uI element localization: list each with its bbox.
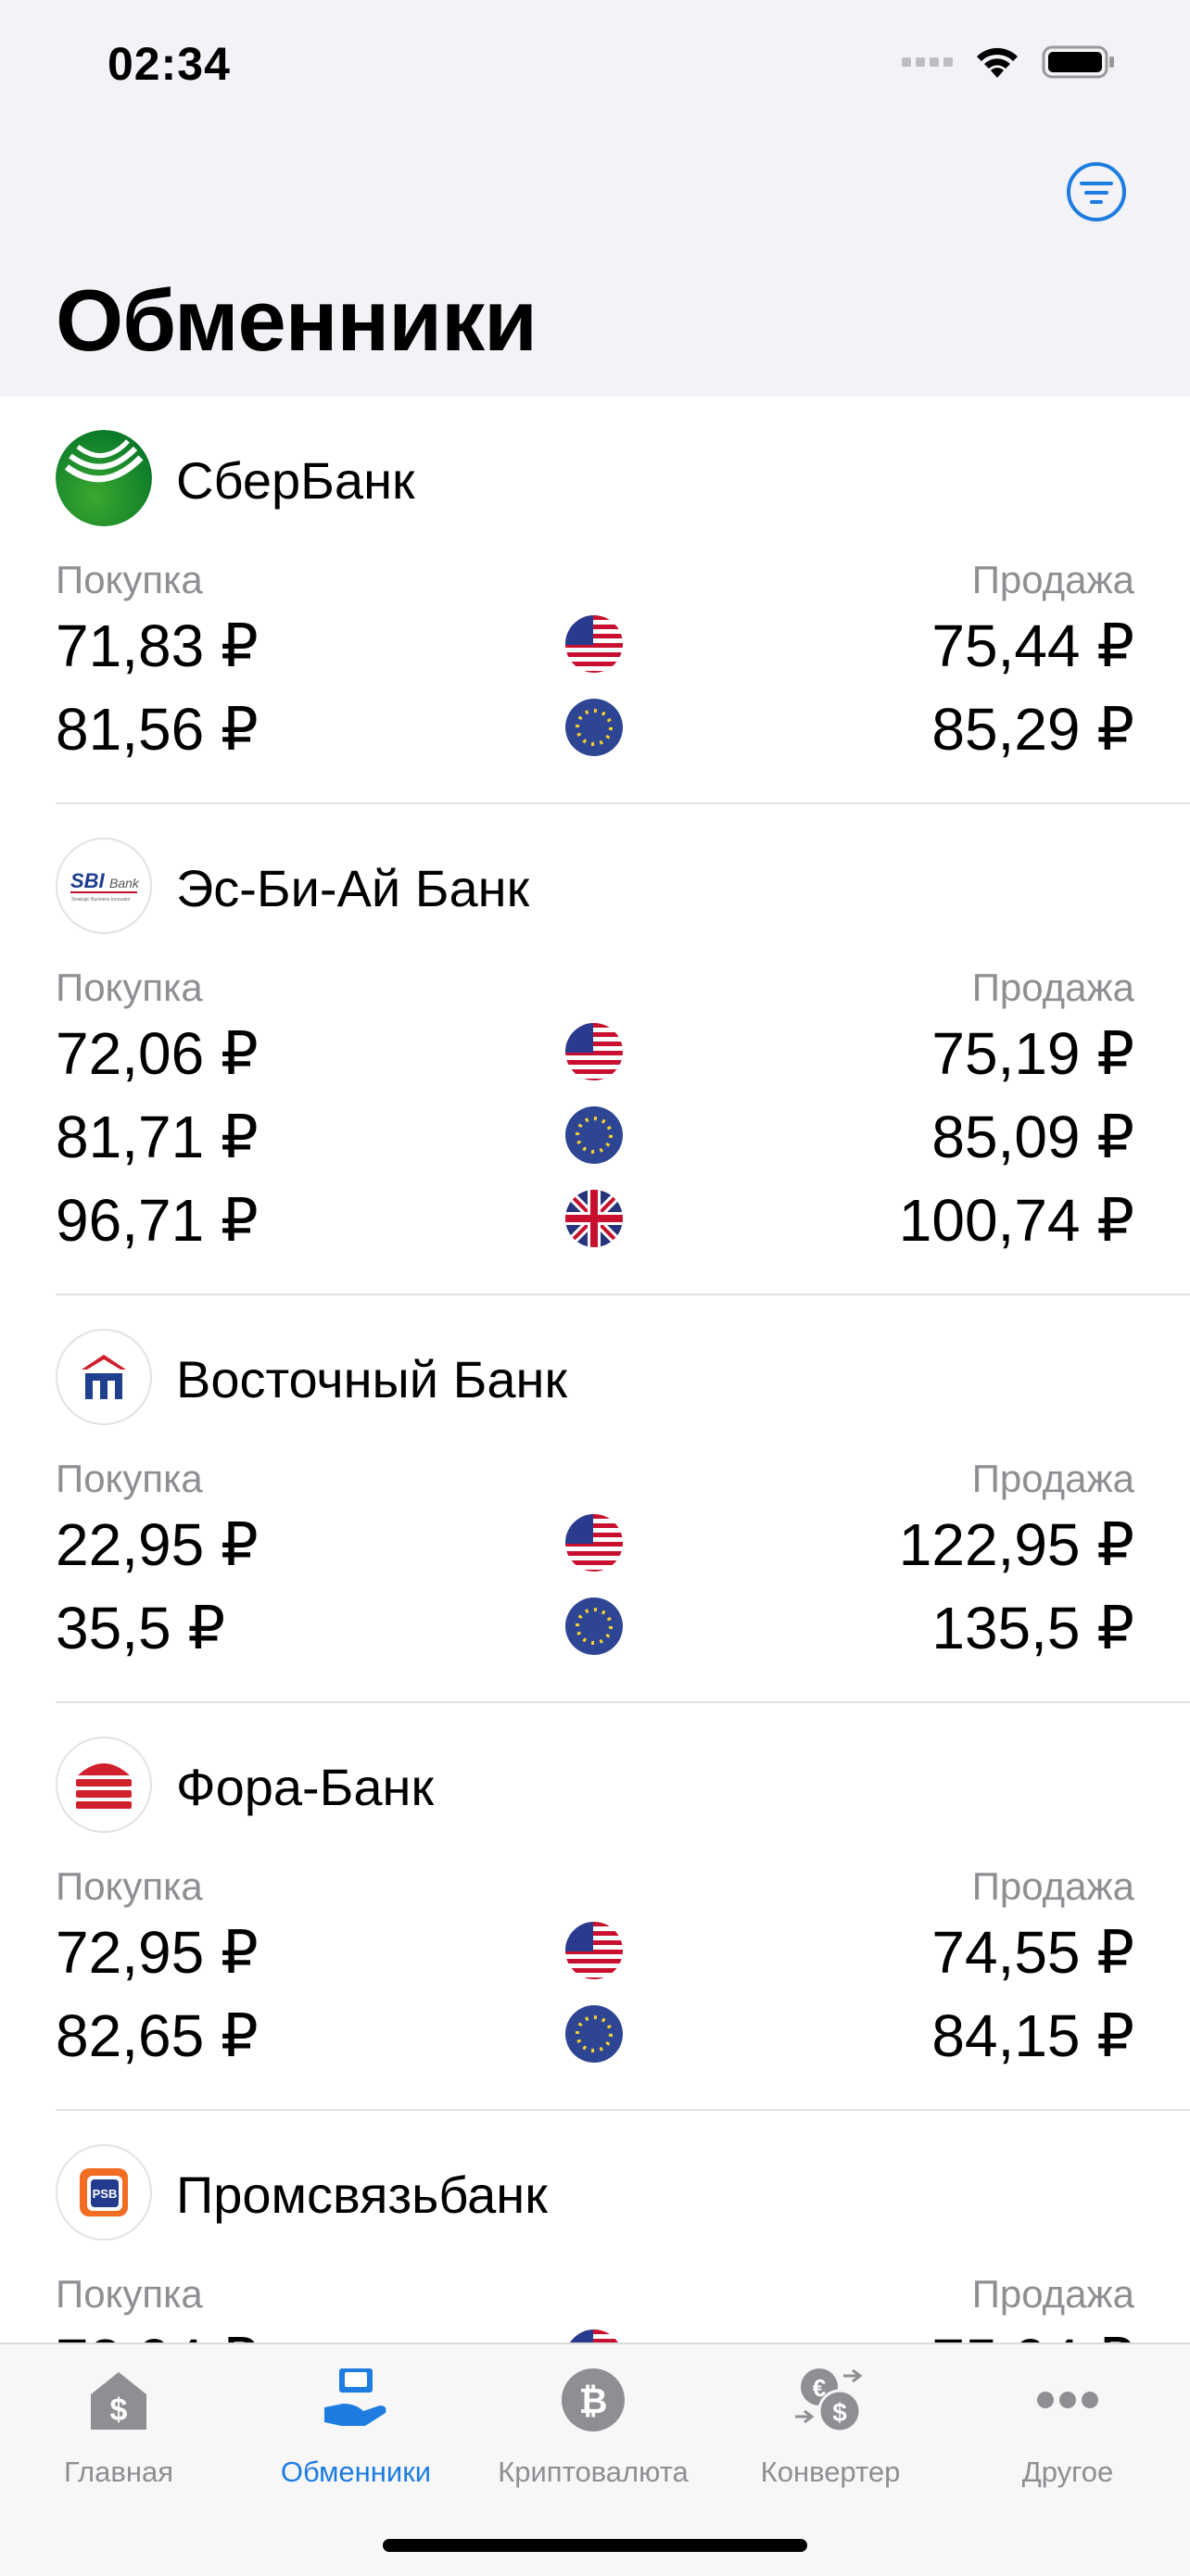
status-time: 02:34 <box>108 38 231 90</box>
rate-row-usd: 72,95 ₽ 74,55 ₽ <box>56 1918 1134 2001</box>
tab-label: Другое <box>1021 2456 1114 2488</box>
bank-name: Фора-Банк <box>176 1758 434 1816</box>
eu-flag-icon <box>565 2005 623 2063</box>
svg-text:$: $ <box>110 2393 128 2428</box>
bank-name: Эс-Би-Ай Банк <box>176 859 530 917</box>
bank-name: Промсвязьбанк <box>176 2166 548 2224</box>
currency-exchange-icon: € $ <box>795 2368 863 2433</box>
bank-name: СберБанк <box>176 451 415 510</box>
usa-flag-icon <box>565 1514 623 1572</box>
sell-rate: 135,5 ₽ <box>931 1595 1134 1661</box>
sell-rate: 85,09 ₽ <box>931 1104 1134 1170</box>
bank-card-vostochny-bank[interactable]: Восточный Банк Покупка Продажа 22,95 ₽ 1… <box>56 1295 1190 1703</box>
sell-rate: 85,29 ₽ <box>931 696 1134 763</box>
tab-other[interactable]: Другое <box>949 2344 1186 2530</box>
tab-exchangers[interactable]: Обменники <box>237 2344 475 2530</box>
more-dots-icon <box>1037 2392 1098 2408</box>
sell-rate: 75,19 ₽ <box>931 1020 1134 1087</box>
sell-rate: 84,15 ₽ <box>931 2002 1134 2069</box>
buy-rate: 81,56 ₽ <box>56 696 259 763</box>
filter-icon <box>1067 162 1126 221</box>
home-indicator <box>383 2539 807 2552</box>
buy-rate: 72,06 ₽ <box>56 1020 259 1087</box>
sell-label: Продажа <box>971 1864 1134 1908</box>
vostochny-logo <box>56 1329 152 1425</box>
tab-home[interactable]: $ Главная <box>0 2344 237 2530</box>
hand-money-icon <box>324 2368 386 2426</box>
svg-text:PSB: PSB <box>93 2187 118 2201</box>
psb-logo: PSB <box>56 2144 152 2241</box>
tab-converter[interactable]: € $ Конвертер <box>712 2344 949 2530</box>
buy-rate: 82,65 ₽ <box>56 2002 259 2069</box>
svg-text:SBI: SBI <box>70 869 106 892</box>
filter-button[interactable] <box>1066 161 1127 222</box>
rate-row-gbp: 96,71 ₽ 100,74 ₽ <box>56 1186 1134 1269</box>
buy-label: Покупка <box>56 966 203 1009</box>
buy-rate: 35,5 ₽ <box>56 1595 226 1661</box>
buy-rate: 71,83 ₽ <box>56 612 259 679</box>
rate-row-usd: 22,95 ₽ 122,95 ₽ <box>56 1510 1134 1594</box>
eu-flag-icon <box>565 1106 623 1164</box>
bank-card-fora-bank[interactable]: Фора-Банк Покупка Продажа 72,95 ₽ 74,55 … <box>56 1703 1190 2111</box>
buy-rate: 22,95 ₽ <box>56 1511 259 1578</box>
sell-rate: 122,95 ₽ <box>898 1511 1134 1578</box>
exchanger-list: СберБанк Покупка Продажа 71,83 ₽ 75,44 ₽… <box>0 397 1190 2517</box>
sell-rate: 100,74 ₽ <box>898 1187 1134 1254</box>
buy-rate: 72,95 ₽ <box>56 1919 259 1986</box>
battery-icon <box>1042 44 1116 80</box>
sell-label: Продажа <box>971 2272 1134 2316</box>
sell-label: Продажа <box>971 558 1134 601</box>
rate-row-eur: 81,71 ₽ 85,09 ₽ <box>56 1103 1134 1186</box>
navigation-header: 02:34 Обменники <box>0 0 1190 397</box>
bank-name: Восточный Банк <box>176 1350 567 1408</box>
fora-bank-logo <box>56 1736 152 1833</box>
usa-flag-icon <box>565 1023 623 1080</box>
rate-row-eur: 82,65 ₽ 84,15 ₽ <box>56 2001 1134 2085</box>
tab-crypto[interactable]: ₿ Криптовалюта <box>475 2344 712 2530</box>
uk-flag-icon <box>565 1190 623 1247</box>
rate-row-usd: 71,83 ₽ 75,44 ₽ <box>56 612 1134 695</box>
svg-text:$: $ <box>832 2398 847 2427</box>
sell-label: Продажа <box>971 966 1134 1009</box>
buy-label: Покупка <box>56 1457 203 1500</box>
svg-text:₿: ₿ <box>579 2382 608 2421</box>
svg-text:Strategic Business Innovator: Strategic Business Innovator <box>71 897 131 903</box>
sell-label: Продажа <box>971 1457 1134 1500</box>
bank-card-sberbank[interactable]: СберБанк Покупка Продажа 71,83 ₽ 75,44 ₽… <box>56 397 1190 804</box>
tab-label: Конвертер <box>760 2456 901 2488</box>
usa-flag-icon <box>565 1922 623 1979</box>
status-indicators <box>902 44 1116 80</box>
buy-label: Покупка <box>56 2272 203 2316</box>
bitcoin-icon: ₿ <box>562 2368 625 2431</box>
rate-row-eur: 81,56 ₽ 85,29 ₽ <box>56 695 1134 778</box>
sberbank-logo <box>56 430 152 526</box>
cellular-signal-icon <box>902 57 953 67</box>
usa-flag-icon <box>565 615 623 673</box>
house-dollar-icon: $ <box>91 2372 146 2430</box>
tab-label: Криптовалюта <box>498 2456 689 2488</box>
sbi-bank-logo: SBI Bank Strategic Business Innovator <box>56 838 152 934</box>
svg-text:Bank: Bank <box>109 876 140 890</box>
bank-card-sbi-bank[interactable]: SBI Bank Strategic Business Innovator Эс… <box>56 804 1190 1295</box>
buy-label: Покупка <box>56 558 203 601</box>
eu-flag-icon <box>565 1597 623 1655</box>
sell-rate: 74,55 ₽ <box>931 1919 1134 1986</box>
buy-label: Покупка <box>56 1864 203 1908</box>
rate-row-usd: 72,06 ₽ 75,19 ₽ <box>56 1019 1134 1103</box>
buy-rate: 96,71 ₽ <box>56 1187 259 1254</box>
buy-rate: 81,71 ₽ <box>56 1104 259 1170</box>
sell-rate: 75,44 ₽ <box>931 612 1134 679</box>
tab-label: Главная <box>64 2456 173 2488</box>
rate-row-eur: 35,5 ₽ 135,5 ₽ <box>56 1594 1134 1677</box>
wifi-icon <box>973 44 1021 80</box>
tab-label: Обменники <box>280 2456 432 2488</box>
page-title: Обменники <box>56 271 538 369</box>
eu-flag-icon <box>565 699 623 756</box>
